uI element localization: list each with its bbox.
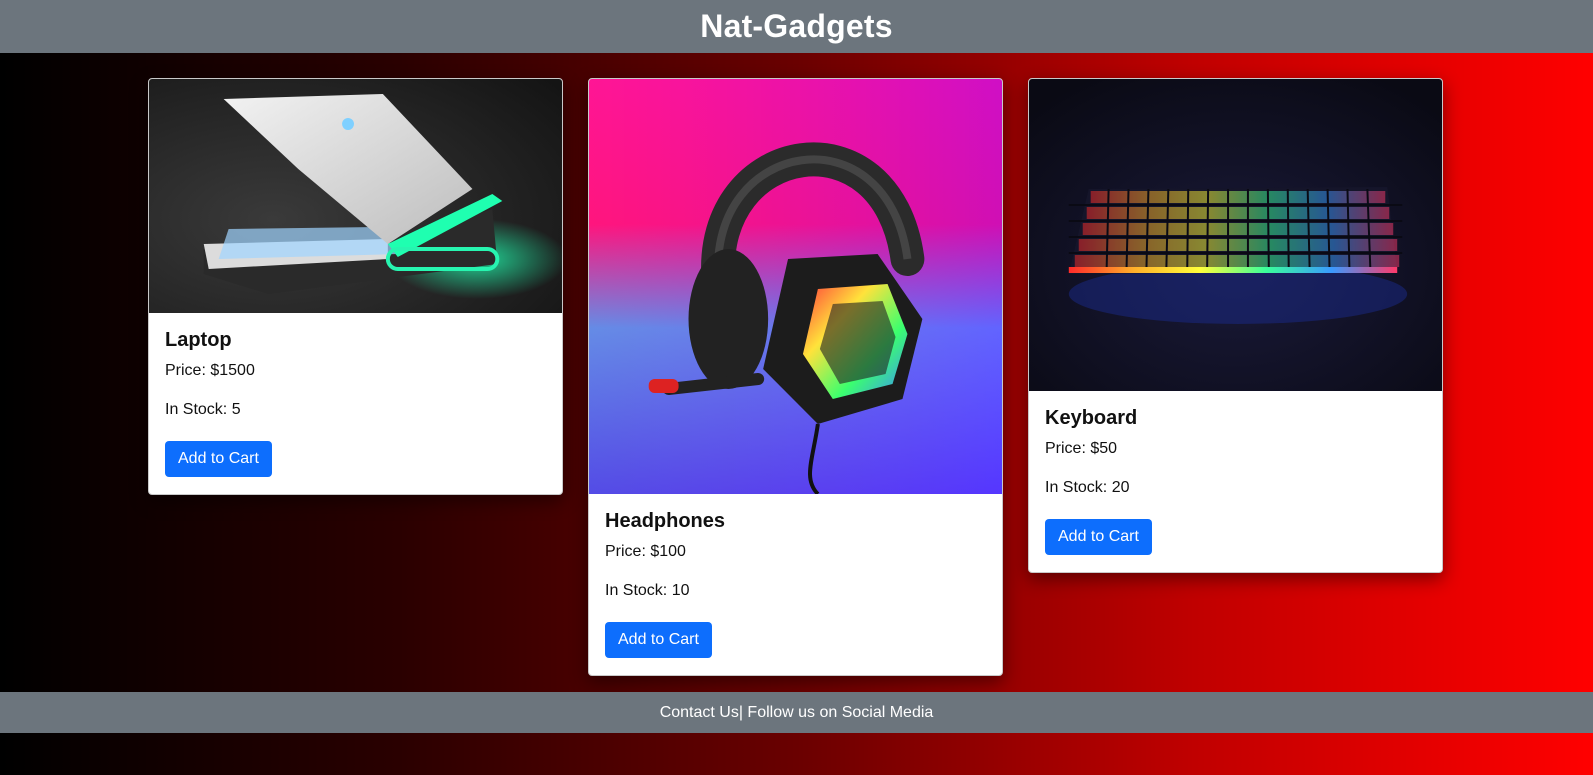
- site-title: Nat-Gadgets: [700, 8, 893, 44]
- product-price: Price: $50: [1045, 440, 1118, 457]
- social-media-link[interactable]: Follow us on Social Media: [743, 704, 933, 721]
- headphones-image: [589, 79, 1002, 494]
- product-stock: In Stock: 5: [165, 401, 241, 418]
- card-body: Headphones Price: $100 In Stock: 10 Add …: [589, 494, 1002, 674]
- product-card-laptop: Laptop Price: $1500 In Stock: 5 Add to C…: [148, 78, 563, 495]
- add-to-cart-button[interactable]: Add to Cart: [605, 622, 712, 658]
- product-title: Laptop: [165, 329, 232, 351]
- product-price: Price: $1500: [165, 362, 255, 379]
- card-body: Laptop Price: $1500 In Stock: 5 Add to C…: [149, 313, 562, 493]
- site-header: Nat-Gadgets: [0, 0, 1593, 53]
- product-card-headphones: Headphones Price: $100 In Stock: 10 Add …: [588, 78, 1003, 676]
- add-to-cart-button[interactable]: Add to Cart: [165, 441, 272, 477]
- product-card-keyboard: Keyboard Price: $50 In Stock: 20 Add to …: [1028, 78, 1443, 573]
- product-title: Keyboard: [1045, 407, 1138, 429]
- contact-us-link[interactable]: Contact Us: [660, 704, 739, 721]
- laptop-image: [149, 79, 562, 313]
- product-stock: In Stock: 10: [605, 582, 690, 599]
- site-footer: Contact Us| Follow us on Social Media: [0, 692, 1593, 733]
- product-title: Headphones: [605, 510, 726, 532]
- keyboard-image: [1029, 79, 1442, 391]
- add-to-cart-button[interactable]: Add to Cart: [1045, 519, 1152, 555]
- card-body: Keyboard Price: $50 In Stock: 20 Add to …: [1029, 391, 1442, 571]
- product-stock: In Stock: 20: [1045, 479, 1130, 496]
- footer-text: Contact Us| Follow us on Social Media: [660, 704, 934, 722]
- product-price: Price: $100: [605, 543, 686, 560]
